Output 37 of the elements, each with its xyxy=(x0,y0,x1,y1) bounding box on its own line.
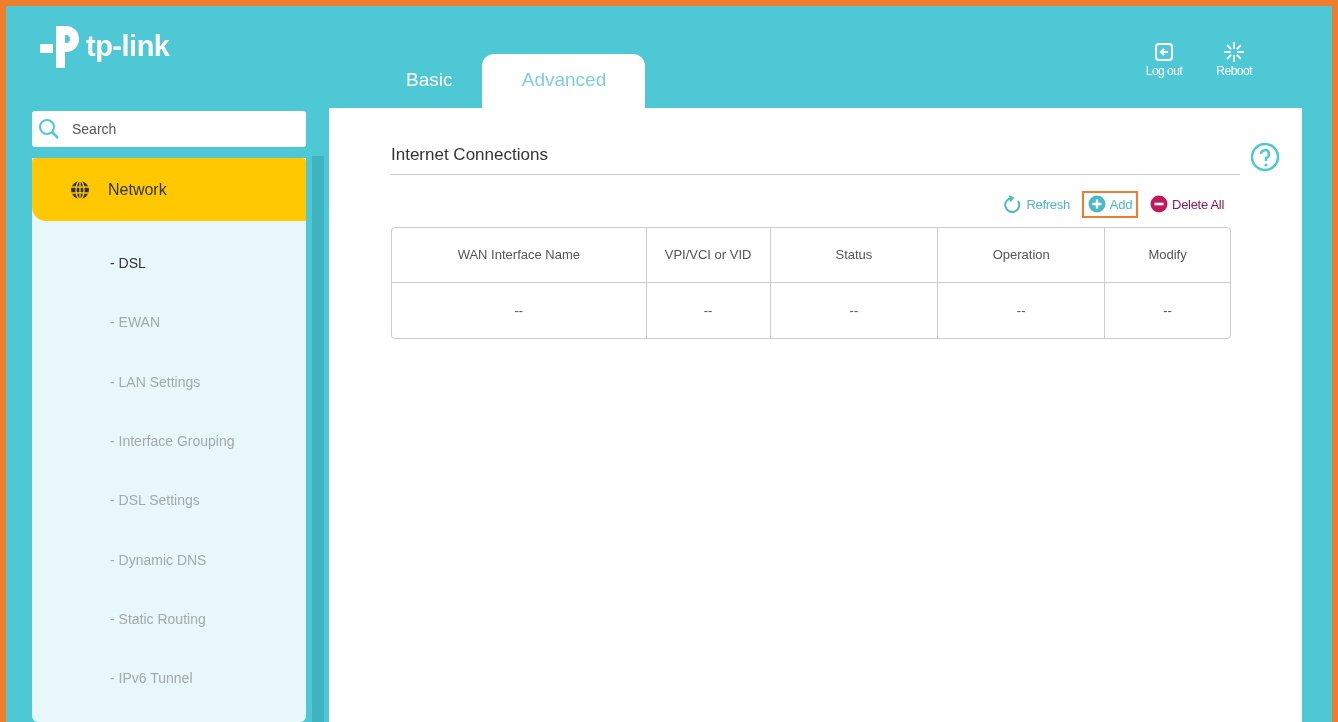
refresh-icon xyxy=(1004,195,1023,214)
column-header: Modify xyxy=(1105,228,1230,283)
tab[interactable]: Advanced xyxy=(482,53,646,108)
sidebar-item[interactable]: - Static Routing xyxy=(32,589,306,650)
tab[interactable]: Basic xyxy=(396,53,463,108)
sidebar-item[interactable]: - IPv6 Tunnel xyxy=(32,649,306,709)
sidebar-item[interactable]: - Interface Grouping xyxy=(32,411,306,472)
spinner-icon xyxy=(1224,42,1245,62)
plus-icon xyxy=(1087,195,1106,214)
table-cell-text: -- xyxy=(1162,301,1173,320)
logout-button[interactable]: Log out xyxy=(1145,42,1183,80)
search-icon xyxy=(38,118,60,140)
refresh-button[interactable]: Refresh xyxy=(998,190,1076,218)
table-cell: -- xyxy=(938,283,1106,338)
minus-icon xyxy=(1150,195,1169,214)
delete-button[interactable]: Delete All xyxy=(1144,190,1230,218)
panel-title: Internet Connections xyxy=(391,142,1240,175)
add-button[interactable]: Add xyxy=(1081,190,1139,218)
sidebar-group[interactable]: Network xyxy=(32,158,306,221)
sidebar-item[interactable]: - LAN Settings xyxy=(32,352,306,412)
reboot-button[interactable]: Reboot xyxy=(1216,42,1252,80)
sidebar-item[interactable]: - EWAN xyxy=(32,293,306,353)
search-field[interactable]: Search xyxy=(32,111,306,147)
table-cell: -- xyxy=(770,283,939,338)
logo-text: tp-link xyxy=(86,29,170,65)
column-header: Status xyxy=(770,228,939,283)
sidebar-item[interactable]: - DSL xyxy=(32,234,306,294)
table-cell: -- xyxy=(392,283,647,338)
logout-icon xyxy=(1154,42,1174,62)
column-header: Operation xyxy=(938,228,1106,283)
globe-icon xyxy=(70,179,90,200)
column-header: VPI/VCI or VID xyxy=(646,228,771,283)
sidebar-item[interactable]: - Dynamic DNS xyxy=(32,530,306,590)
help-icon xyxy=(1250,142,1280,172)
sidebar-item[interactable]: - DSL Settings xyxy=(32,471,306,531)
column-header: WAN Interface Name xyxy=(392,228,647,283)
table-cell: -- xyxy=(646,283,771,338)
